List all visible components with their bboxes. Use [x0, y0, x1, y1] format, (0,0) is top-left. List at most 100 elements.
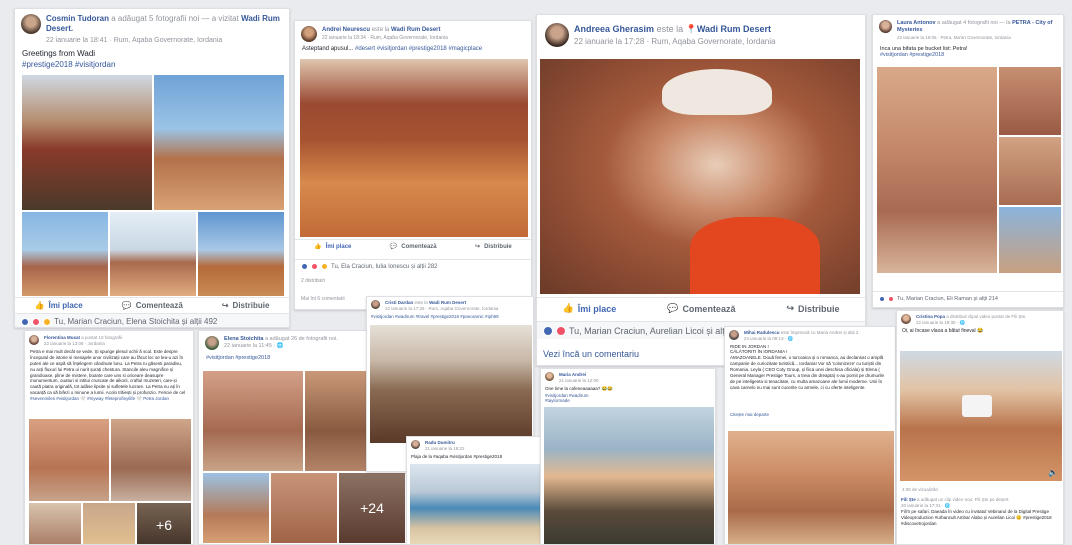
author-name[interactable]: Laura Antonov: [897, 20, 936, 26]
photo-petra-tombs[interactable]: [203, 371, 303, 471]
post-hashtags[interactable]: #desert #visitjordan #prestige2018 #magi…: [355, 46, 482, 52]
photo-horse-riders-petra[interactable]: [728, 431, 894, 544]
photo-man-on-rock[interactable]: [370, 325, 532, 443]
like-button[interactable]: 👍 Îmi place: [562, 303, 616, 314]
post-meta[interactable]: 22 ianuarie la 17:28 · Rum, Aqaba Govern…: [574, 37, 775, 46]
avatar[interactable]: [205, 336, 219, 350]
share-button[interactable]: ↪ Distribuie: [222, 301, 270, 310]
photo-man-desert[interactable]: [22, 75, 152, 210]
post-maria-andrei: Maria Andrei 21 ianuarie la 12:00 One ti…: [540, 368, 716, 545]
avatar[interactable]: [901, 314, 911, 324]
post-hashtags[interactable]: #prestige2018 #visitjordan: [15, 60, 289, 71]
comment-button[interactable]: 💬 Comentează: [667, 303, 735, 314]
photo-petra-woman[interactable]: [111, 419, 191, 501]
post-meta[interactable]: 22 ianuarie la 18:34 · Rum, Aqaba Govern…: [322, 35, 448, 41]
reactions-text: Tu, Marian Craciun, Elena Stoichita și a…: [54, 317, 218, 326]
reactions-bar[interactable]: Tu, Marian Craciun, Elena Stoichita și a…: [15, 313, 289, 327]
shared-text: Fili'n pe safari. Daeada în video cu inv…: [901, 509, 1052, 527]
post-action: a adăugat 5 fotografii noi — a vizitat: [111, 14, 239, 23]
reactions-bar[interactable]: Tu, Marian Craciun, Eli Raman și alții 2…: [873, 291, 1063, 305]
post-meta[interactable]: 21 ianuarie la 12:00: [559, 378, 599, 383]
post-meta[interactable]: 22 ianuarie la 17:26 · Rum, Aqaba Govern…: [385, 306, 498, 311]
author-name[interactable]: Elena Stoichita: [224, 336, 263, 342]
author-name[interactable]: Andrei Neurescu: [322, 27, 370, 33]
post-text: Petra e mai mult decât se vede. Și spung…: [30, 349, 186, 396]
avatar[interactable]: [301, 26, 317, 42]
post-text: Inca una bifata pe bucket list: Petra!: [880, 46, 968, 53]
post-hashtags[interactable]: #sevenmiles #visitjordan 🤍 #myway #fetep…: [25, 396, 193, 402]
photo-petra-small-1[interactable]: [29, 503, 81, 544]
photo-rock-formation[interactable]: [154, 75, 284, 210]
photo-petra-small-2[interactable]: [83, 503, 135, 544]
place-link[interactable]: 📍Wadi Rum Desert: [686, 24, 771, 34]
post-mihai-radulescu: Mihai Radulescu este împreună cu Maria A…: [724, 326, 896, 545]
photo-petra-2[interactable]: [999, 67, 1061, 135]
post-meta[interactable]: 22 ianuarie la 18:30 · 🌐: [916, 320, 965, 325]
share-button[interactable]: ↪ Distribuie: [475, 243, 512, 251]
photo-petra-treasury-woman[interactable]: [877, 67, 997, 273]
avatar[interactable]: [729, 330, 739, 340]
more-photos-overlay[interactable]: +24: [339, 473, 405, 543]
shared-meta[interactable]: 20 ianuarie la 17:31 · 🌐: [901, 503, 950, 508]
photo-desert-1[interactable]: [22, 212, 108, 296]
photo-man-sitting-desert[interactable]: [300, 59, 528, 237]
author-name[interactable]: Maria Andrei: [559, 372, 586, 377]
post-meta[interactable]: 24 ianuarie la 08:13 · 🌐: [744, 336, 793, 341]
like-button[interactable]: 👍 Îmi place: [314, 243, 351, 251]
avatar[interactable]: [545, 372, 554, 381]
comment-button[interactable]: 💬 Comentează: [122, 301, 183, 310]
post-meta[interactable]: 22 ianuarie la 19:05 · Petra, Ma'an Gove…: [897, 35, 1011, 40]
post-meta[interactable]: 22 ianuarie la 13:06 · Jordania: [44, 341, 105, 346]
avatar[interactable]: [371, 300, 380, 309]
more-comments-link[interactable]: Mai înt 6 comentarii: [301, 296, 345, 302]
place-link[interactable]: Wadi Rum Desert: [429, 300, 466, 305]
photo-petra-4[interactable]: [999, 207, 1061, 273]
author-name[interactable]: Cristina Popa: [916, 314, 945, 319]
photo-desert-2[interactable]: [110, 212, 196, 296]
post-meta[interactable]: 22 ianuarie la 11:45 · 🌐: [224, 343, 284, 349]
video-jeep-desert[interactable]: 🔈: [900, 351, 1062, 481]
video-views: 4:06 de vizualizări: [902, 487, 939, 492]
avatar[interactable]: [879, 20, 892, 33]
reactions-bar[interactable]: Tu, Ela Craciun, Iulia Ionescu și alții …: [295, 259, 531, 273]
share-icon: ↪: [221, 301, 229, 310]
photo-petra-treasury[interactable]: [29, 419, 109, 501]
author-name[interactable]: Radu Dumitru: [425, 440, 455, 445]
place-link[interactable]: Wadi Rum Desert: [391, 27, 440, 33]
shared-action: a adăugat un clip video nou: Fili Ște pe…: [917, 497, 1010, 502]
photo-petra-3[interactable]: [999, 137, 1061, 205]
like-button[interactable]: 👍 Îmi place: [35, 301, 83, 310]
shared-author[interactable]: Fili Ște: [901, 497, 916, 502]
post-hashtags[interactable]: #visitjordan #prestige2018: [873, 52, 1063, 60]
post-meta[interactable]: 21 ianuarie la 18:22: [425, 446, 465, 451]
shares-count[interactable]: 2 distribuiri: [301, 278, 325, 284]
see-more-link[interactable]: Citește mai departe: [725, 412, 895, 417]
volume-icon[interactable]: 🔈: [1048, 468, 1058, 477]
see-more-comments-link[interactable]: Vezi încă un comentariu: [543, 349, 639, 359]
photo-woman-cafe[interactable]: [544, 407, 714, 544]
comment-button[interactable]: 💬 Comentează: [390, 243, 437, 251]
post-action: a postat 10 fotografii.: [81, 335, 124, 340]
post-action: a adăugat 4 fotografii noi — la: [937, 20, 1011, 26]
avatar[interactable]: [21, 14, 41, 34]
avatar[interactable]: [29, 335, 39, 345]
like-reaction-icon: [879, 295, 885, 302]
post-meta[interactable]: 22 ianuarie la 18:41 · Rum, Aqaba Govern…: [46, 37, 222, 44]
author-name[interactable]: Mihai Radulescu: [744, 330, 780, 335]
photo-desert-3[interactable]: [198, 212, 284, 296]
avatar[interactable]: [545, 23, 569, 47]
photo-desert-camp[interactable]: [203, 473, 269, 543]
avatar[interactable]: [411, 440, 420, 449]
author-name[interactable]: Cristi Dardan: [385, 300, 413, 305]
author-name[interactable]: Cosmin Tudoran: [46, 14, 109, 23]
post-hashtags[interactable]: #visitjordan #wadirum #taylormade: [541, 393, 601, 403]
share-button[interactable]: ↪ Distribuie: [786, 303, 839, 314]
author-name[interactable]: Andreea Gherasim: [574, 24, 654, 34]
photo-woman-headscarf[interactable]: [540, 59, 860, 294]
post-florentina-musat: Florentina Musat a postat 10 fotografii.…: [24, 330, 194, 545]
jeep-shape: [962, 395, 992, 417]
more-photos-overlay[interactable]: +6: [137, 503, 191, 544]
photo-petra-monastery[interactable]: [271, 473, 337, 543]
post-hashtags[interactable]: #visitjordan #wadirum #travel #prestige2…: [367, 313, 533, 320]
author-name[interactable]: Florentina Musat: [44, 335, 80, 340]
